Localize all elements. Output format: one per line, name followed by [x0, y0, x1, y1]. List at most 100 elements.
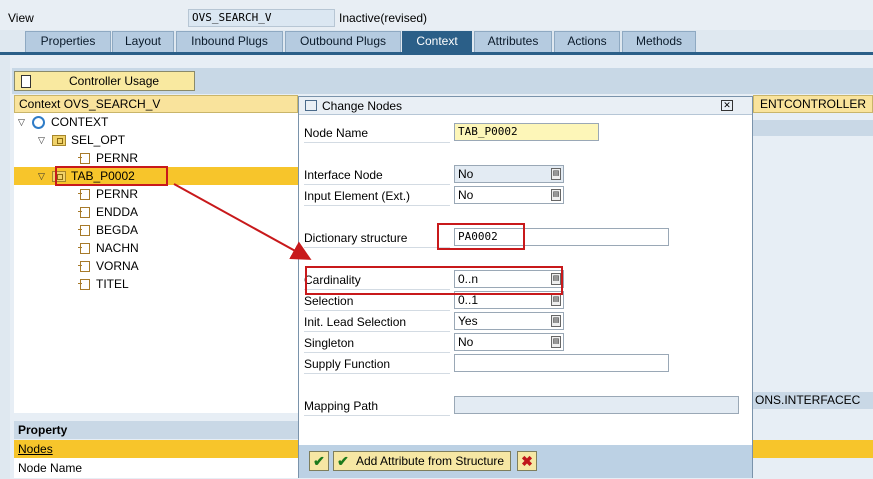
node-folder-icon	[52, 134, 66, 146]
annotation-box	[305, 266, 563, 295]
tab-layout[interactable]: Layout	[112, 31, 174, 52]
selection-label: Selection	[304, 294, 354, 308]
row-divider	[304, 310, 450, 311]
row-divider	[304, 373, 450, 374]
mapping-path-row: Mapping Path	[304, 396, 744, 416]
input-element-row: Input Element (Ext.) No ▤	[304, 186, 744, 206]
row-divider	[304, 184, 450, 185]
property-header: Property	[14, 421, 298, 439]
tab-properties[interactable]: Properties	[25, 31, 111, 52]
cancel-x-icon: ✖	[521, 452, 533, 469]
expand-triangle-icon[interactable]: ▽	[38, 167, 48, 185]
attribute-icon	[78, 224, 90, 236]
node-name-row: Node Name TAB_P0002	[304, 123, 744, 143]
nodes-link[interactable]: Nodes	[14, 440, 298, 458]
interface-node-row: Interface Node No ▤	[304, 165, 744, 185]
controller-usage-label: Controller Usage	[69, 74, 160, 88]
dialog-titlebar: Change Nodes ✕	[299, 97, 752, 115]
right-nodes-row	[753, 440, 873, 458]
tree-attr-pernr[interactable]: PERNR	[78, 149, 139, 167]
dropdown-icon[interactable]: ▤	[551, 168, 561, 180]
close-icon[interactable]: ✕	[721, 100, 733, 111]
view-label: View	[8, 11, 34, 25]
annotation-arrow	[173, 183, 312, 260]
status-text: Inactive(revised)	[339, 11, 428, 25]
tree-attr-endda[interactable]: ENDDA	[78, 203, 139, 221]
tab-inbound-plugs[interactable]: Inbound Plugs	[176, 31, 283, 52]
node-name-label: Node Name	[304, 126, 369, 140]
tree-node-label: ENDDA	[96, 205, 139, 219]
tree-node-label: BEGDA	[96, 223, 139, 237]
tree-node-context[interactable]: ▽ CONTEXT	[18, 113, 108, 131]
dropdown-icon[interactable]: ▤	[551, 294, 561, 306]
tab-context[interactable]: Context	[402, 31, 472, 52]
tab-strip: Properties Layout Inbound Plugs Outbound…	[0, 31, 873, 53]
attribute-icon	[78, 152, 90, 164]
mapping-fragment: ONS.INTERFACEC	[753, 392, 873, 409]
interface-node-select[interactable]: No ▤	[454, 165, 564, 183]
controller-header-fragment: ENTCONTROLLER	[753, 95, 873, 113]
tree-attr-vorna[interactable]: VORNA	[78, 257, 139, 275]
tree-node-label: PERNR	[96, 151, 139, 165]
tree-node-label: VORNA	[96, 259, 139, 273]
annotation-box	[55, 166, 168, 186]
tree-node-label: TITEL	[96, 277, 129, 291]
node-name-input[interactable]: TAB_P0002	[454, 123, 599, 141]
dropdown-icon[interactable]: ▤	[551, 189, 561, 201]
document-icon	[21, 74, 31, 88]
init-lead-selection-select[interactable]: Yes ▤	[454, 312, 564, 330]
singleton-row: Singleton No ▤	[304, 333, 744, 353]
attribute-icon	[78, 188, 90, 200]
tab-methods[interactable]: Methods	[622, 31, 696, 52]
supply-function-input[interactable]	[454, 354, 669, 372]
tree-attr-begda[interactable]: BEGDA	[78, 221, 139, 239]
checkmark-icon: ✔	[313, 452, 325, 469]
row-divider	[304, 331, 450, 332]
dialog-footer: ✔ ✔ Add Attribute from Structure ✖	[299, 445, 752, 478]
tree-node-label: PERNR	[96, 187, 139, 201]
context-root-icon	[32, 115, 45, 129]
attribute-icon	[78, 242, 90, 254]
mapping-path-input	[454, 396, 739, 414]
expand-triangle-icon[interactable]: ▽	[38, 131, 48, 149]
edit-icon	[305, 100, 317, 111]
init-lead-selection-row: Init. Lead Selection Yes ▤	[304, 312, 744, 332]
tree-node-label: SEL_OPT	[71, 133, 126, 147]
supply-function-row: Supply Function	[304, 354, 744, 374]
row-divider	[304, 247, 450, 248]
row-divider	[304, 142, 450, 143]
dropdown-icon[interactable]: ▤	[551, 336, 561, 348]
tree-header: Context OVS_SEARCH_V	[14, 95, 298, 113]
row-divider	[304, 415, 450, 416]
controller-usage-button[interactable]: Controller Usage	[14, 71, 195, 91]
mapping-path-label: Mapping Path	[304, 399, 379, 413]
add-attribute-label: Add Attribute from Structure	[356, 454, 505, 468]
init-lead-selection-label: Init. Lead Selection	[304, 315, 407, 329]
node-name-property: Node Name	[14, 458, 298, 478]
tab-outbound-plugs[interactable]: Outbound Plugs	[285, 31, 401, 52]
init-lead-selection-value: Yes	[458, 314, 478, 328]
input-element-select[interactable]: No ▤	[454, 186, 564, 204]
tree-attr-nachn[interactable]: NACHN	[78, 239, 139, 257]
attribute-icon	[78, 278, 90, 290]
tree-attr-titel[interactable]: TITEL	[78, 275, 129, 293]
attribute-icon	[78, 206, 90, 218]
tree-node-label: CONTEXT	[51, 115, 109, 129]
right-panel-bar	[753, 120, 873, 136]
tree-attr-pernr-2[interactable]: PERNR	[78, 185, 139, 203]
checkmark-icon: ✔	[337, 452, 349, 469]
cancel-button[interactable]: ✖	[517, 451, 537, 471]
tree-node-sel-opt[interactable]: ▽ SEL_OPT	[38, 131, 125, 149]
view-name-field[interactable]: OVS_SEARCH_V	[188, 9, 335, 27]
row-divider	[304, 205, 450, 206]
expand-triangle-icon[interactable]: ▽	[18, 113, 28, 131]
singleton-select[interactable]: No ▤	[454, 333, 564, 351]
interface-node-value: No	[458, 167, 474, 181]
row-divider	[304, 352, 450, 353]
dropdown-icon[interactable]: ▤	[551, 315, 561, 327]
tab-actions[interactable]: Actions	[554, 31, 620, 52]
ok-button[interactable]: ✔	[309, 451, 329, 471]
singleton-label: Singleton	[304, 336, 355, 350]
add-attribute-from-structure-button[interactable]: ✔ Add Attribute from Structure	[333, 451, 511, 471]
tab-attributes[interactable]: Attributes	[474, 31, 552, 52]
